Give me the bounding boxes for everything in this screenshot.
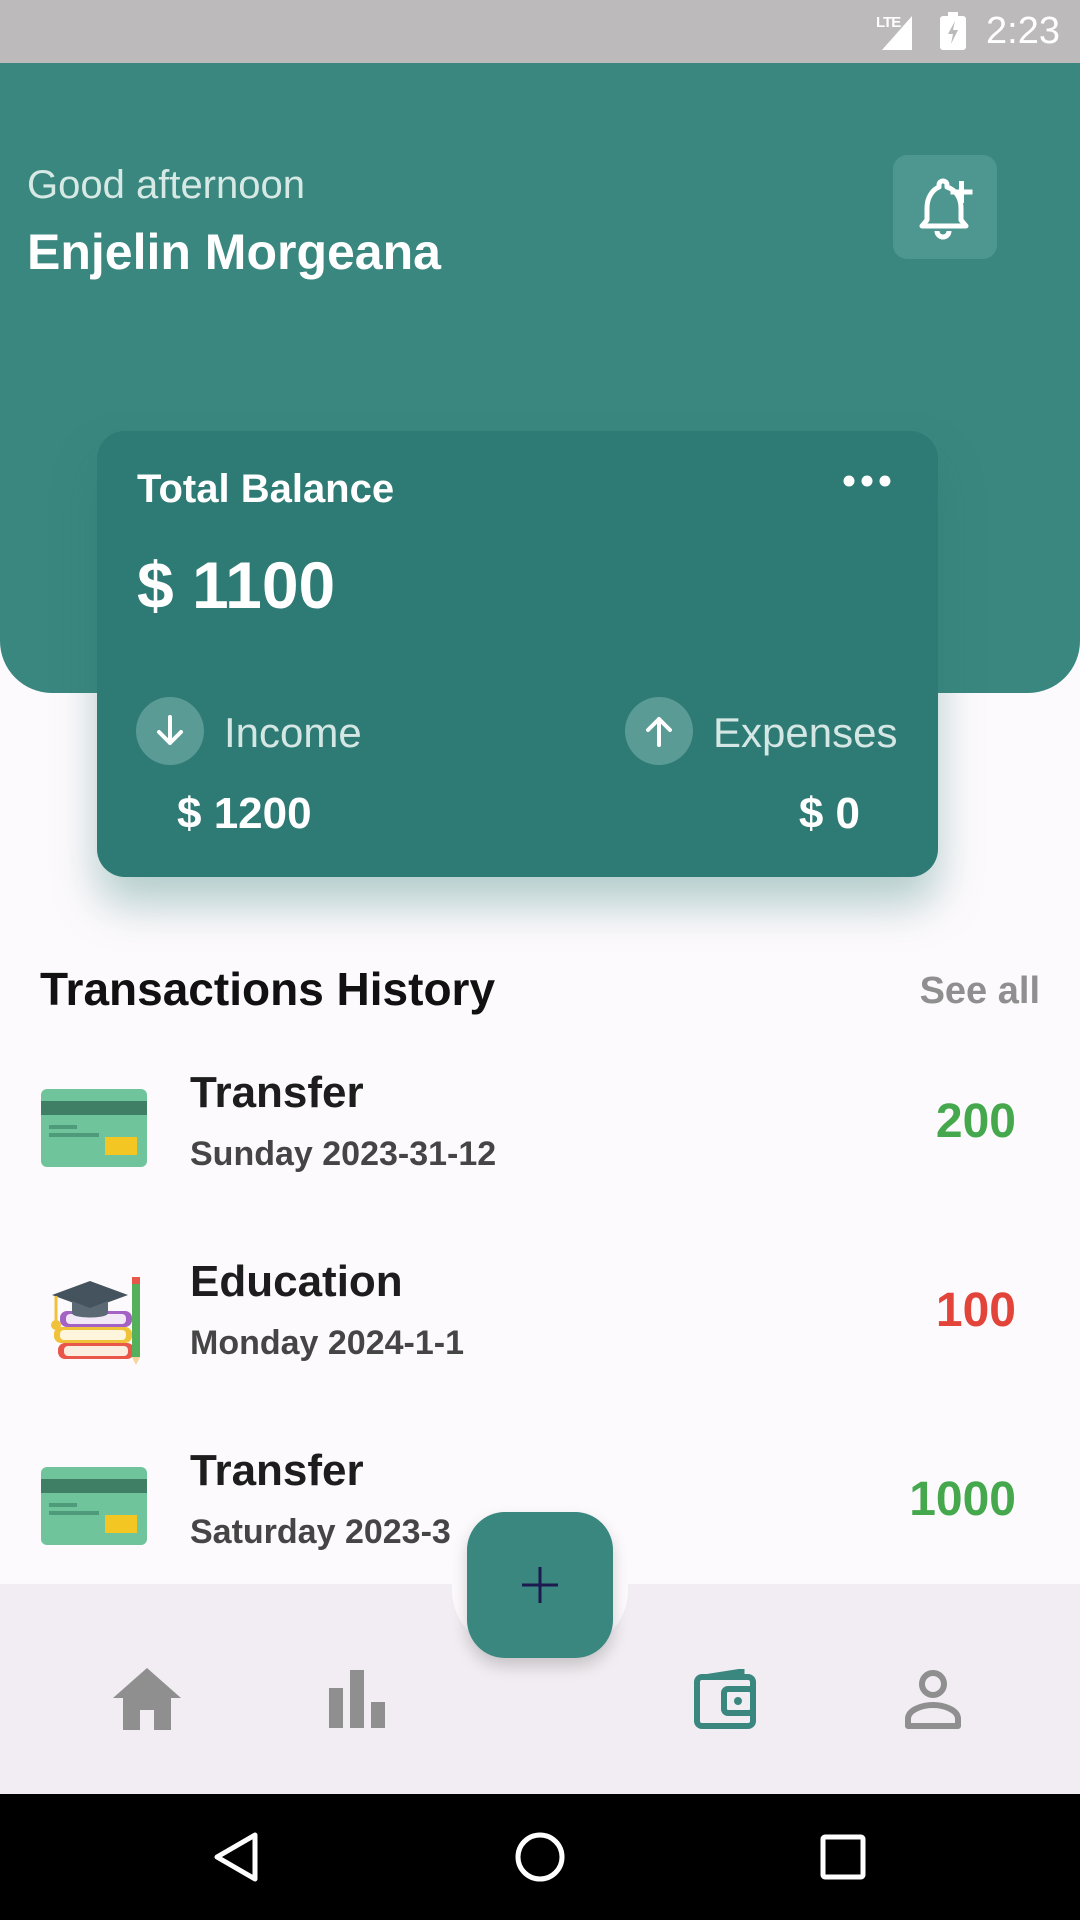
transactions-title: Transactions History [40, 963, 496, 1015]
home-system-button[interactable] [505, 1822, 575, 1892]
system-navigation-bar [0, 1794, 1080, 1920]
transaction-amount: 1000 [909, 1473, 1016, 1526]
transaction-date: Monday 2024-1-1 [190, 1324, 464, 1362]
education-books-icon [40, 1267, 148, 1367]
nav-profile[interactable] [888, 1654, 978, 1744]
recents-button[interactable] [808, 1822, 878, 1892]
total-balance-label: Total Balance [137, 467, 395, 511]
back-triangle-icon [214, 1832, 258, 1882]
credit-card-icon [40, 1456, 148, 1556]
balance-card[interactable]: Total Balance $ 1100 Income $ 1200 Expen… [97, 431, 938, 877]
nav-wallet[interactable] [680, 1654, 770, 1744]
status-time: 2:23 [986, 10, 1060, 52]
see-all-link[interactable]: See all [920, 970, 1040, 1013]
transaction-name: Transfer [190, 1068, 364, 1117]
transaction-amount: 200 [935, 1095, 1016, 1148]
expenses-amount: $ 0 [798, 789, 860, 838]
credit-card-icon [40, 1078, 148, 1178]
add-notification-button[interactable] [893, 155, 997, 259]
transaction-row[interactable]: Education Monday 2024-1-1 100 [0, 1247, 1080, 1407]
expenses-label: Expenses [713, 709, 898, 756]
transaction-name: Education [190, 1257, 403, 1306]
transaction-row[interactable]: Transfer Sunday 2023-31-12 200 [0, 1058, 1080, 1218]
home-icon [113, 1668, 181, 1730]
recents-square-icon [820, 1834, 866, 1880]
more-options-button[interactable] [837, 461, 897, 501]
greeting-text: Good afternoon [27, 163, 305, 207]
battery-charging-icon [940, 12, 966, 50]
income-amount: $ 1200 [177, 789, 312, 838]
wallet-icon [694, 1669, 756, 1729]
arrow-down-icon [157, 715, 183, 745]
income-indicator [136, 697, 204, 765]
arrow-up-icon [646, 717, 672, 747]
back-button[interactable] [201, 1822, 271, 1892]
transaction-date: Sunday 2023-31-12 [190, 1135, 497, 1173]
nav-home[interactable] [102, 1654, 192, 1744]
status-bar: LTE 2:23 [0, 0, 1080, 63]
transaction-amount: 100 [935, 1284, 1016, 1337]
transaction-name: Transfer [190, 1446, 364, 1495]
income-label: Income [224, 709, 362, 756]
notification-add-icon [919, 178, 973, 240]
nav-statistics[interactable] [312, 1654, 402, 1744]
add-transaction-button[interactable] [467, 1512, 613, 1658]
user-name: Enjelin Morgeana [27, 224, 441, 280]
expenses-indicator [625, 697, 693, 765]
more-horizontal-icon [843, 475, 891, 487]
home-circle-icon [515, 1832, 565, 1882]
bar-chart-icon [329, 1670, 385, 1728]
transaction-date: Saturday 2023-3 [190, 1513, 451, 1551]
person-icon [905, 1670, 961, 1729]
signal-icon [882, 16, 912, 50]
plus-icon [522, 1567, 558, 1603]
total-balance-amount: $ 1100 [137, 548, 336, 622]
